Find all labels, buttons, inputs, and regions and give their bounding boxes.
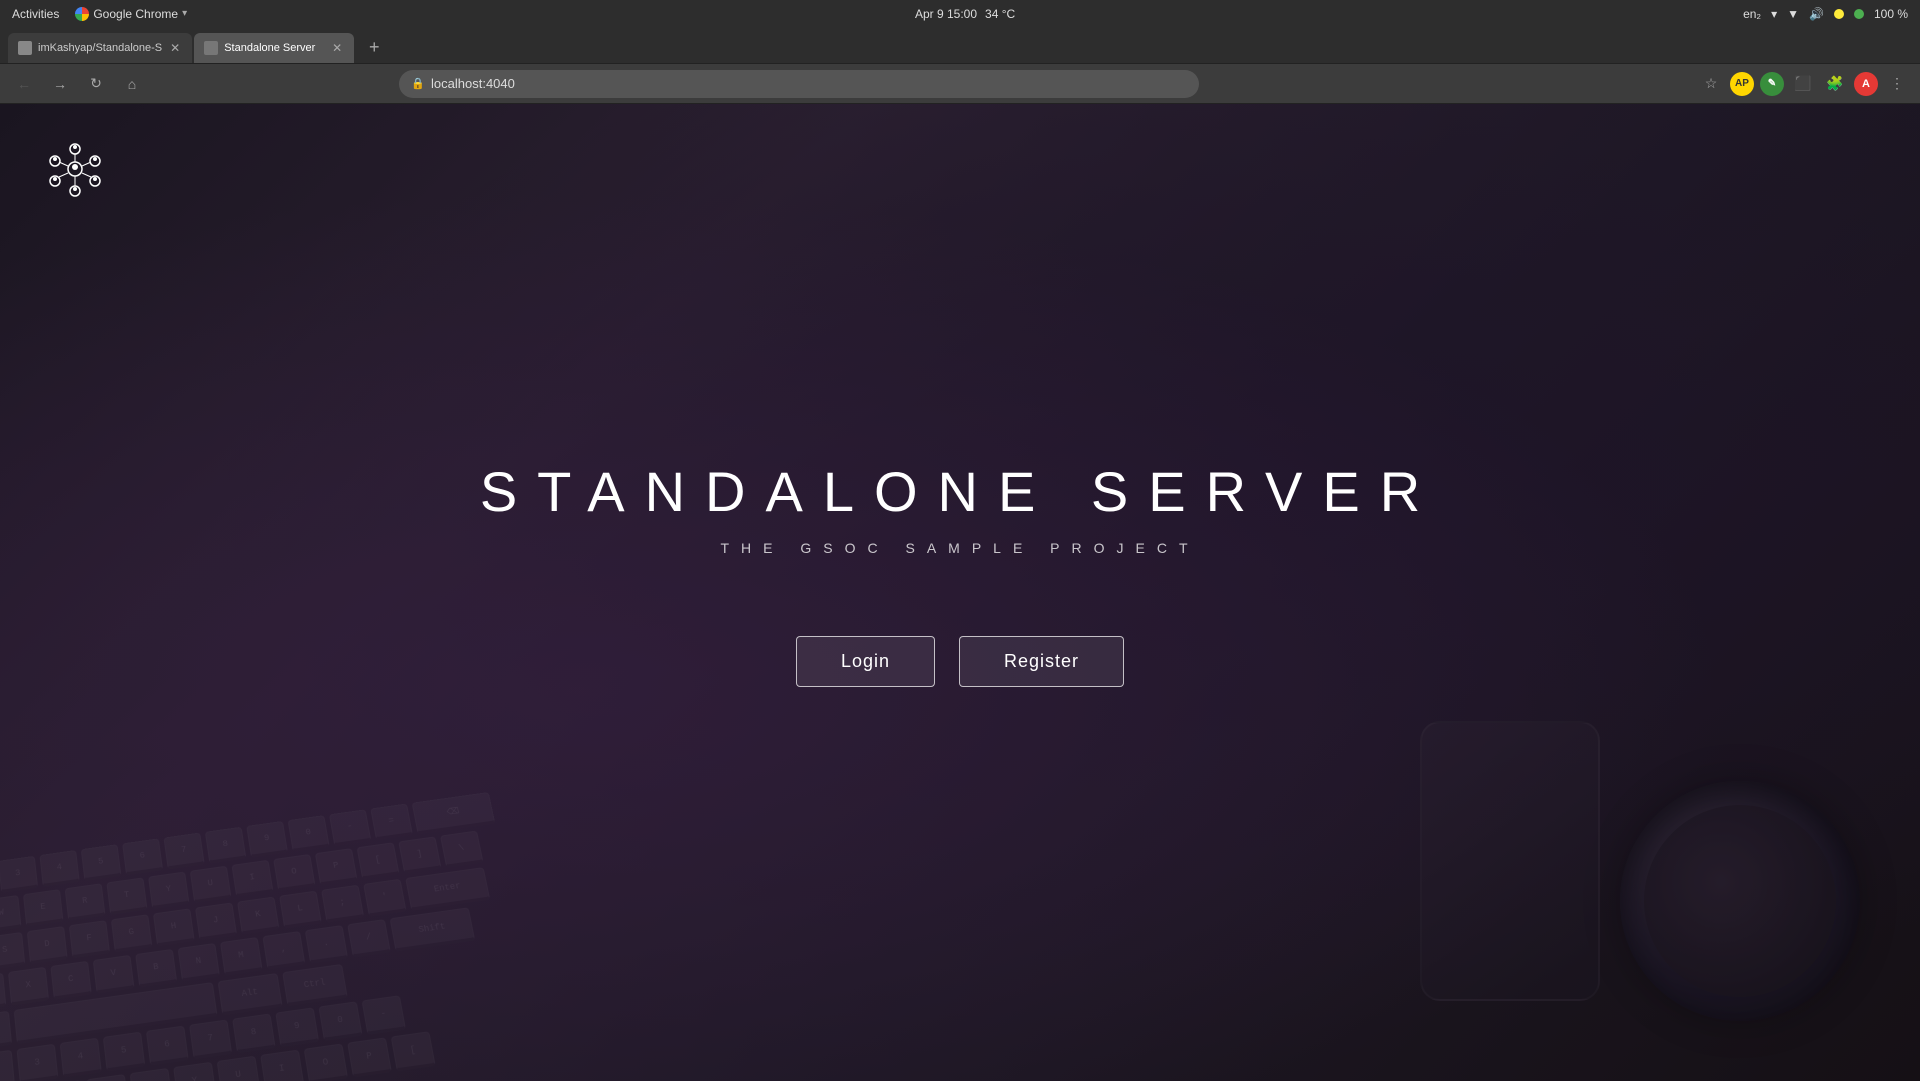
indicator-yellow	[1834, 9, 1844, 19]
temperature-label: 34 °C	[985, 7, 1015, 21]
profile-button[interactable]: A	[1854, 72, 1878, 96]
indicator-green	[1854, 9, 1864, 19]
dropdown-icon: ▾	[1771, 7, 1777, 21]
extension-2-button[interactable]: ✎	[1760, 72, 1784, 96]
hero-content: STANDALONE SERVER THE GSOC SAMPLE PROJEC…	[0, 104, 1920, 1081]
tab-2-title: Standalone Server	[224, 42, 324, 54]
url-text: localhost:4040	[431, 76, 515, 91]
lock-icon: 🔒	[411, 77, 425, 90]
tab-2-close[interactable]: ✕	[330, 40, 344, 56]
url-bar[interactable]: 🔒 localhost:4040	[399, 70, 1199, 98]
chrome-menu[interactable]: Google Chrome ▾	[75, 7, 187, 21]
language-label[interactable]: en₂	[1743, 7, 1761, 21]
network-icon: ▼	[1787, 7, 1799, 21]
home-button[interactable]: ⌂	[118, 70, 146, 98]
extensions-button[interactable]: 🧩	[1822, 71, 1848, 97]
datetime-label: Apr 9 15:00	[915, 7, 977, 21]
chrome-icon	[75, 7, 89, 21]
browser-chrome: imKashyap/Standalone-S ✕ Standalone Serv…	[0, 27, 1920, 104]
tab-bar: imKashyap/Standalone-S ✕ Standalone Serv…	[0, 27, 1920, 63]
toolbar-right: ☆ AP ✎ ⬛ 🧩 A ⋮	[1698, 71, 1910, 97]
tab-1-title: imKashyap/Standalone-S	[38, 42, 162, 54]
tab-2[interactable]: Standalone Server ✕	[194, 33, 354, 63]
login-button[interactable]: Login	[796, 636, 935, 687]
tab-2-favicon	[204, 41, 218, 55]
forward-button[interactable]: →	[46, 70, 74, 98]
activities-label[interactable]: Activities	[12, 7, 59, 21]
address-bar: ← → ↻ ⌂ 🔒 localhost:4040 ☆ AP ✎ ⬛ 🧩 A ⋮	[0, 63, 1920, 103]
new-tab-button[interactable]: +	[360, 33, 388, 61]
extension-3-button[interactable]: ⬛	[1790, 71, 1816, 97]
tab-1-close[interactable]: ✕	[168, 40, 182, 56]
chrome-label-text: Google Chrome	[93, 7, 178, 21]
back-button[interactable]: ←	[10, 70, 38, 98]
reload-button[interactable]: ↻	[82, 70, 110, 98]
os-topbar: Activities Google Chrome ▾ Apr 9 15:00 3…	[0, 0, 1920, 27]
hero-buttons: Login Register	[796, 636, 1124, 687]
bookmark-button[interactable]: ☆	[1698, 71, 1724, 97]
battery-label: 100 %	[1874, 7, 1908, 21]
hero-title: STANDALONE SERVER	[480, 459, 1440, 524]
hero-subtitle: THE GSOC SAMPLE PROJECT	[720, 540, 1199, 556]
menu-button[interactable]: ⋮	[1884, 71, 1910, 97]
tab-1[interactable]: imKashyap/Standalone-S ✕	[8, 33, 192, 63]
tab-1-favicon	[18, 41, 32, 55]
register-button[interactable]: Register	[959, 636, 1124, 687]
page-content: ~12 345 678 90- =⌫ TabQW ERT YUI OP[ ]\ …	[0, 104, 1920, 1081]
extension-1-button[interactable]: AP	[1730, 72, 1754, 96]
chrome-dropdown-icon: ▾	[182, 8, 187, 19]
volume-icon: 🔊	[1809, 7, 1824, 21]
